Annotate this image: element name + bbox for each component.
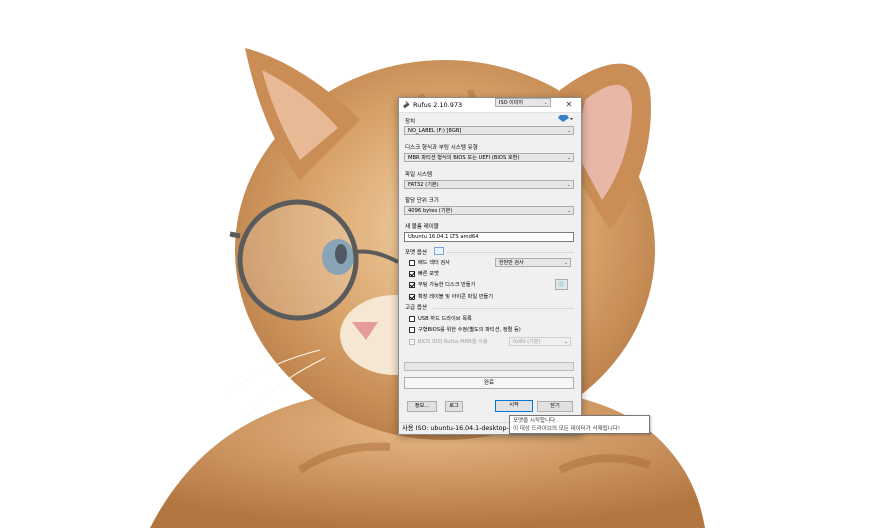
checkbox-box [409,338,415,345]
chevron-down-icon: ⌄ [566,208,571,214]
rufus-window: Rufus 2.10.973 — ☐ ✕ 장치 NO_LABEL (F:) [8… [398,97,582,435]
extended-label-checkbox[interactable]: 확장 레이블 및 아이콘 파일 만들기 [409,293,493,301]
usb-hdd-label: USB 하드 드라이브 목록 [418,316,472,322]
partition-value: MBR 파티션 형식의 BIOS 또는 UEFI (BIOS 호환) [408,155,520,161]
old-bios-label: 구형BIOS를 위한 수정(별도의 파티션, 정렬 등) [418,327,521,333]
boot-type-value: ISO 이미지 [499,100,523,106]
quick-format-label: 빠른 포맷 [418,271,439,277]
window-title: Rufus 2.10.973 [413,101,463,109]
old-bios-checkbox[interactable]: 구형BIOS를 위한 수정(별도의 파티션, 정렬 등) [409,326,521,334]
volume-input[interactable]: Ubuntu 16.04.1 LTS amd64 [404,232,574,242]
start-tooltip: 포맷을 시작합니다. 이 대상 드라이브의 모든 데이터가 삭제됩니다! [509,415,650,434]
device-select[interactable]: NO_LABEL (F:) [8GB] ⌄ [404,126,574,135]
close-button[interactable]: 닫기 [537,401,573,412]
tooltip-line-1: 포맷을 시작합니다. [513,418,557,424]
bad-blocks-passes-value: 한번만 검사 [499,260,524,266]
status-text: 완료 [404,377,574,389]
partition-select[interactable]: MBR 파티션 형식의 BIOS 또는 UEFI (BIOS 호환) ⌄ [404,153,574,162]
checkbox-box[interactable] [409,315,415,322]
checkbox-box[interactable] [409,326,415,333]
quick-format-checkbox[interactable]: 빠른 포맷 [409,270,439,278]
chevron-down-icon: ⌄ [566,128,571,134]
chevron-down-icon: ⌄ [563,339,568,345]
chevron-down-icon: ⌄ [566,155,571,161]
group-divider [447,252,574,253]
usb-drive-icon [402,101,410,109]
save-drive-icon[interactable] [558,114,574,123]
chevron-down-icon: ⌄ [563,260,568,266]
checkbox-box[interactable] [409,259,415,266]
close-window-button[interactable]: ✕ [561,99,577,111]
usb-hdd-checkbox[interactable]: USB 하드 드라이브 목록 [409,315,472,323]
about-button[interactable]: 정보... [407,401,437,412]
chevron-down-icon: ⌄ [566,182,571,188]
select-iso-button[interactable]: 💿 [555,279,568,290]
extended-label-label: 확장 레이블 및 아이콘 파일 만들기 [418,294,494,300]
log-button[interactable]: 로그 [445,401,463,412]
start-button[interactable]: 시작 [495,400,533,412]
bootable-checkbox[interactable]: 부팅 가능한 디스크 만들기 [409,281,475,289]
filesystem-label: 파일 시스템 [405,172,433,178]
cluster-label: 할당 단위 크기 [405,198,439,204]
bad-blocks-checkbox[interactable]: 배드 섹터 검사 [409,259,450,267]
cluster-value: 4096 bytes (기본) [408,208,453,214]
title-bar[interactable]: Rufus 2.10.973 — ☐ ✕ [399,98,581,113]
bad-blocks-label: 배드 섹터 검사 [418,260,450,266]
bios-id-select: 0x80 (기본) ⌄ [509,337,571,346]
filesystem-value: FAT32 (기본) [408,182,439,188]
volume-label: 새 볼륨 레이블 [405,224,439,230]
checkbox-box[interactable] [409,293,415,300]
cluster-select[interactable]: 4096 bytes (기본) ⌄ [404,206,574,215]
partition-label: 디스크 형식과 부팅 시스템 유형 [405,145,478,151]
chevron-down-icon: ⌄ [543,100,548,106]
boot-type-select[interactable]: ISO 이미지 ⌄ [495,98,551,107]
format-options-label: 포맷 옵션 [405,250,427,256]
toggle-options-icon[interactable] [434,247,444,255]
progress-bar [404,362,574,371]
checkbox-box[interactable] [409,270,415,277]
bad-blocks-passes-select[interactable]: 한번만 검사 ⌄ [495,258,571,267]
device-value: NO_LABEL (F:) [8GB] [408,128,462,134]
device-label: 장치 [405,119,416,125]
disc-drive-icon: 💿 [557,281,566,288]
tooltip-line-2: 이 대상 드라이브의 모든 데이터가 삭제됩니다! [513,426,621,432]
checkbox-box[interactable] [409,281,415,288]
group-divider [433,308,574,309]
bios-id-value: 0x80 (기본) [513,339,541,345]
rufus-mbr-checkbox: BIOS ID와 Rufus MBR을 사용 [409,338,488,346]
rufus-mbr-label: BIOS ID와 Rufus MBR을 사용 [418,339,488,345]
advanced-options-label: 고급 옵션 [405,305,427,311]
bootable-label: 부팅 가능한 디스크 만들기 [418,282,476,288]
filesystem-select[interactable]: FAT32 (기본) ⌄ [404,180,574,189]
